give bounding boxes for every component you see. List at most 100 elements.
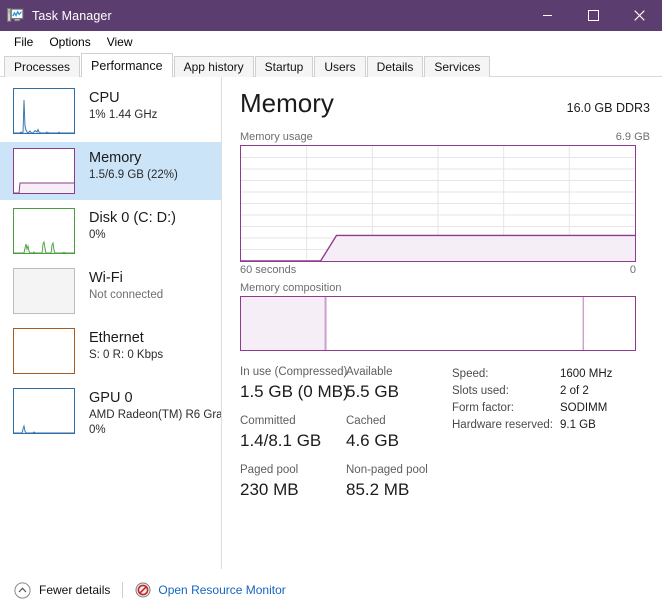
memory-total-label: 16.0 GB DDR3 xyxy=(566,101,650,115)
usage-graph-label: Memory usage xyxy=(240,131,313,143)
resource-monitor-icon xyxy=(135,582,151,598)
menu-bar: File Options View xyxy=(0,31,662,53)
fewer-details-button[interactable]: Fewer details xyxy=(39,583,110,597)
sidebar-cpu-labels: CPU 1% 1.44 GHz xyxy=(89,88,157,123)
close-button[interactable] xyxy=(616,0,662,31)
memory-composition-label: Memory composition xyxy=(240,282,342,294)
composition-in-use-segment xyxy=(241,297,326,350)
window-title: Task Manager xyxy=(32,8,112,23)
chevron-up-circle-icon[interactable] xyxy=(14,581,31,599)
stat-value: 1.5 GB (0 MB) xyxy=(240,382,349,401)
memory-header: Memory 16.0 GB DDR3 xyxy=(240,87,650,119)
sidebar-item-label: Memory xyxy=(89,150,142,166)
usage-graph-caption: Memory usage 6.9 GB xyxy=(240,131,650,143)
sidebar-item-sublabel: Not connected xyxy=(89,289,164,301)
stat-in-use: In use (Compressed) 1.5 GB (0 MB) xyxy=(240,365,349,403)
usage-graph-axis: 60 seconds 0 xyxy=(240,264,636,276)
sidebar-item-label: CPU xyxy=(89,90,120,106)
sidebar-item-cpu[interactable]: CPU 1% 1.44 GHz xyxy=(0,82,221,140)
sidebar-item-sublabel: S: 0 R: 0 Kbps xyxy=(89,349,164,361)
stat-paged-pool: Paged pool 230 MB xyxy=(240,463,346,501)
tab-users[interactable]: Users xyxy=(314,56,366,77)
tab-app-history[interactable]: App history xyxy=(173,56,254,77)
stat-row: Paged pool 230 MB Non-paged pool 85.2 MB xyxy=(240,463,452,501)
hw-label: Hardware reserved: xyxy=(452,419,553,431)
maximize-button[interactable] xyxy=(570,0,616,31)
memory-usage-graph xyxy=(240,145,636,262)
stat-label: Committed xyxy=(240,415,296,427)
tab-services[interactable]: Services xyxy=(424,56,491,77)
open-resource-monitor-link[interactable]: Open Resource Monitor xyxy=(158,583,285,597)
hw-label: Form factor: xyxy=(452,402,514,414)
cpu-mini-graph-icon xyxy=(13,88,75,134)
task-manager-icon xyxy=(7,8,24,22)
sidebar-memory-labels: Memory 1.5/6.9 GB (22%) xyxy=(89,148,178,183)
stat-cached: Cached 4.6 GB xyxy=(346,414,452,452)
sidebar-item-memory[interactable]: Memory 1.5/6.9 GB (22%) xyxy=(0,142,221,200)
sidebar-item-sublabel: 0% xyxy=(89,229,106,241)
page-title: Memory xyxy=(240,88,334,118)
menu-item-file[interactable]: File xyxy=(6,32,41,52)
hw-value: SODIMM xyxy=(560,402,608,414)
sidebar-item-label: Ethernet xyxy=(89,330,144,346)
stat-committed: Committed 1.4/8.1 GB xyxy=(240,414,346,452)
stat-available: Available 5.5 GB xyxy=(346,365,452,403)
sidebar-item-sublabel-2: 0% xyxy=(89,424,106,436)
stat-value: 4.6 GB xyxy=(346,431,399,450)
hw-row-slots-used: Slots used: 2 of 2 xyxy=(452,383,650,400)
stat-label: Non-paged pool xyxy=(346,464,428,476)
sidebar-item-disk-0[interactable]: Disk 0 (C: D:) 0% xyxy=(0,202,221,260)
tab-performance[interactable]: Performance xyxy=(81,53,173,77)
axis-right-label: 0 xyxy=(629,264,636,276)
minimize-button[interactable] xyxy=(524,0,570,31)
usage-graph-max: 6.9 GB xyxy=(615,131,650,143)
memory-stats: In use (Compressed) 1.5 GB (0 MB) Availa… xyxy=(240,365,650,512)
hw-row-hardware-reserved: Hardware reserved: 9.1 GB xyxy=(452,417,650,434)
close-icon xyxy=(633,10,645,21)
sidebar-item-sublabel: AMD Radeon(TM) R6 Grap xyxy=(89,409,221,421)
sidebar-item-ethernet[interactable]: Ethernet S: 0 R: 0 Kbps xyxy=(0,322,221,380)
stat-value: 5.5 GB xyxy=(346,382,399,401)
sidebar-item-sublabel: 1% 1.44 GHz xyxy=(89,109,158,121)
tab-details[interactable]: Details xyxy=(366,56,424,77)
sidebar-item-sublabel: 1.5/6.9 GB (22%) xyxy=(89,169,178,181)
sidebar-item-wifi[interactable]: Wi-Fi Not connected xyxy=(0,262,221,320)
stat-label: Available xyxy=(346,366,393,378)
stat-label: Paged pool xyxy=(240,464,299,476)
footer-bar: Fewer details Open Resource Monitor xyxy=(0,569,662,611)
axis-left-label: 60 seconds xyxy=(240,264,297,276)
task-manager-window: Task Manager File Options View Processes… xyxy=(0,0,662,611)
sidebar-item-label: Wi-Fi xyxy=(89,270,123,286)
resource-sidebar: CPU 1% 1.44 GHz Memory 1.5/6.9 GB (22%) xyxy=(0,77,222,569)
memory-mini-graph-icon xyxy=(13,148,75,194)
ethernet-mini-graph-icon xyxy=(13,328,75,374)
sidebar-wifi-labels: Wi-Fi Not connected xyxy=(89,268,163,303)
wifi-mini-graph-icon xyxy=(13,268,75,314)
hw-label: Slots used: xyxy=(452,385,509,397)
sidebar-disk-labels: Disk 0 (C: D:) 0% xyxy=(89,208,176,243)
stat-non-paged-pool: Non-paged pool 85.2 MB xyxy=(346,463,452,501)
hw-value: 2 of 2 xyxy=(560,385,589,397)
memory-detail-pane: Memory 16.0 GB DDR3 Memory usage 6.9 GB xyxy=(222,77,662,569)
memory-hardware-info: Speed: 1600 MHz Slots used: 2 of 2 Form … xyxy=(452,365,650,512)
memory-composition-bar[interactable] xyxy=(240,296,636,351)
footer-divider xyxy=(122,582,124,598)
stat-value: 85.2 MB xyxy=(346,480,410,499)
hw-label: Speed: xyxy=(452,368,489,380)
title-bar[interactable]: Task Manager xyxy=(0,0,662,31)
sidebar-item-gpu-0[interactable]: GPU 0 AMD Radeon(TM) R6 Grap 0% xyxy=(0,382,221,440)
stat-value: 1.4/8.1 GB xyxy=(240,431,322,450)
stat-value: 230 MB xyxy=(240,480,299,499)
tab-startup[interactable]: Startup xyxy=(254,56,314,77)
menu-item-view[interactable]: View xyxy=(99,32,141,52)
sidebar-ethernet-labels: Ethernet S: 0 R: 0 Kbps xyxy=(89,328,163,363)
stat-row: In use (Compressed) 1.5 GB (0 MB) Availa… xyxy=(240,365,452,403)
sidebar-gpu-labels: GPU 0 AMD Radeon(TM) R6 Grap 0% xyxy=(89,388,221,438)
tab-processes[interactable]: Processes xyxy=(4,56,81,77)
menu-item-options[interactable]: Options xyxy=(41,32,98,52)
disk-mini-graph-icon xyxy=(13,208,75,254)
tab-strip: Processes Performance App history Startu… xyxy=(0,53,662,77)
content-area: CPU 1% 1.44 GHz Memory 1.5/6.9 GB (22%) xyxy=(0,77,662,569)
gpu-mini-graph-icon xyxy=(13,388,75,434)
stat-row: Committed 1.4/8.1 GB Cached 4.6 GB xyxy=(240,414,452,452)
